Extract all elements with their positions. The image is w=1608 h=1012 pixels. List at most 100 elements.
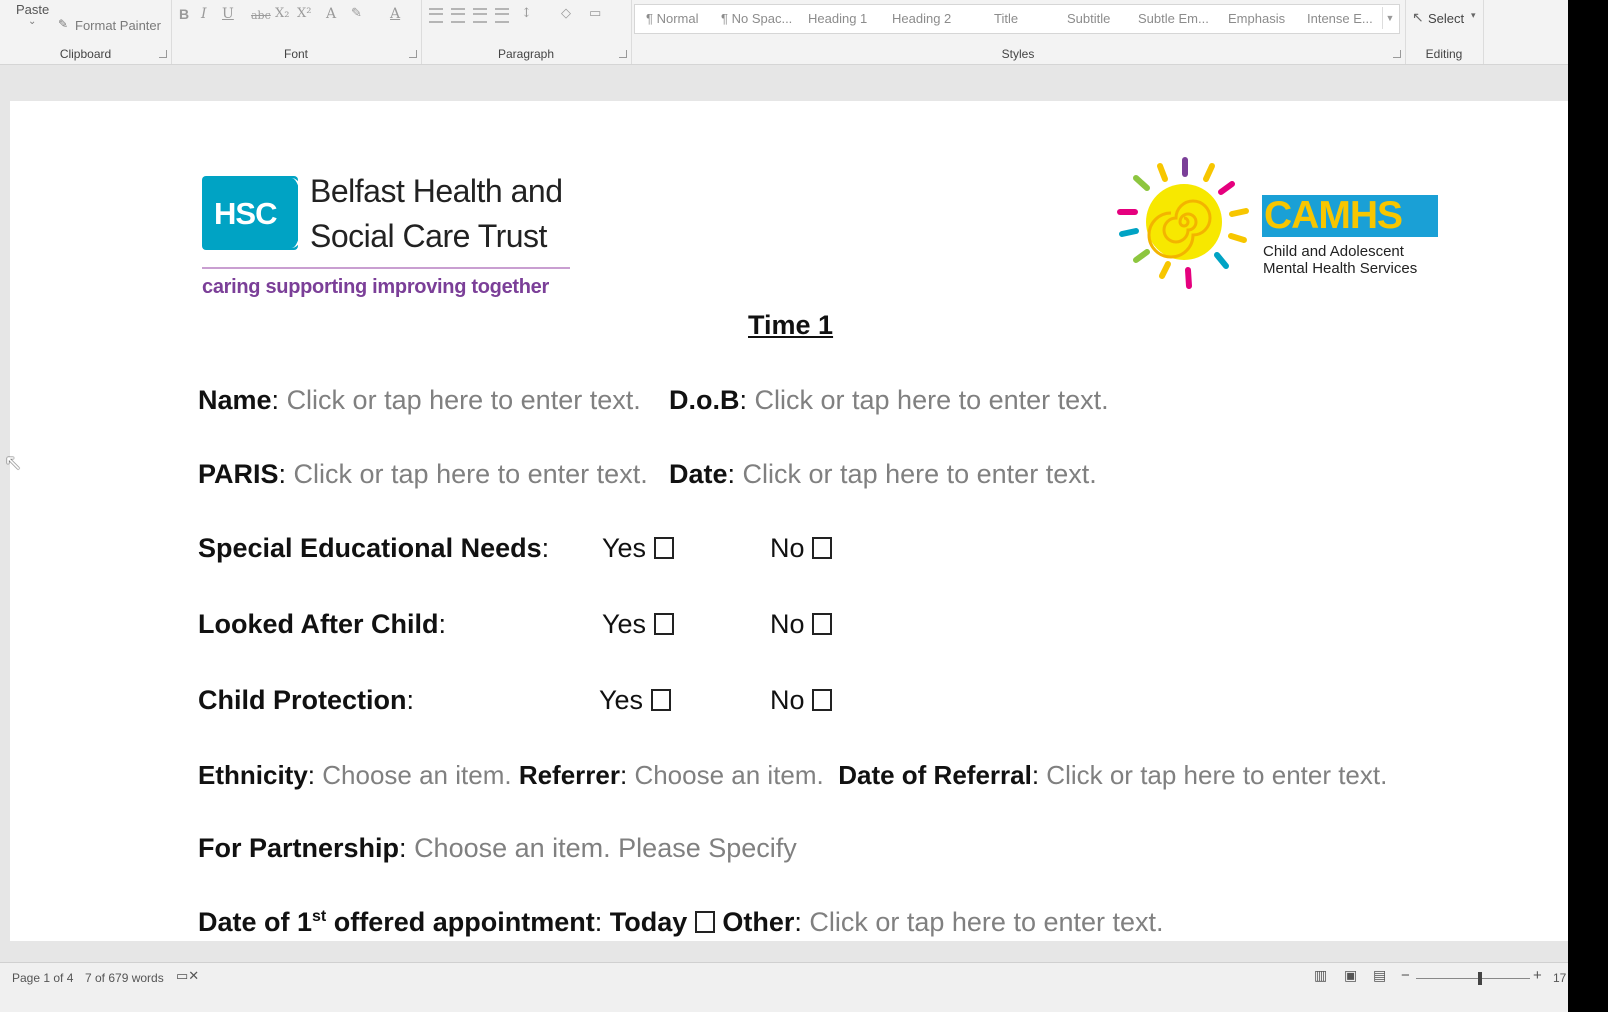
styles-launcher-icon[interactable] [1393,50,1401,58]
camhs-sun-icon [1117,157,1249,289]
zoom-slider-thumb[interactable] [1478,972,1482,985]
italic-button[interactable]: I [201,6,207,22]
referrer-label: Referrer [518,760,620,790]
subscript-button[interactable]: X₂ [275,6,289,21]
editing-group: ↖ Select ▾ Editing [1405,0,1484,64]
font-color-button[interactable]: A [390,6,400,22]
clipboard-launcher-icon[interactable] [159,50,167,58]
lac-no-checkbox[interactable] [812,613,833,635]
trust-name-line2: Social Care Trust [310,218,547,254]
shading-icon[interactable]: ◇ [561,6,571,21]
appointment-label-sup: st [312,908,327,925]
cp-no-checkbox[interactable] [812,689,833,711]
sen-no-option: No [770,533,833,564]
cp-label: Child Protection [198,685,407,715]
referrer-dropdown[interactable]: Choose an item. [634,760,823,790]
partnership-dropdown[interactable]: Choose an item. Please Specify [414,833,797,863]
align-right-icon[interactable] [473,8,487,23]
sen-label: Special Educational Needs [198,533,542,563]
line-spacing-icon[interactable]: ↕ [521,6,532,21]
font-group: B I U abc X₂ X² A ✎ A Font [171,0,422,64]
sen-yes-checkbox[interactable] [653,537,674,559]
zoom-level[interactable]: 17 [1553,971,1566,985]
word-count[interactable]: 7 of 679 words [85,971,164,985]
strikethrough-button[interactable]: abc [251,9,271,22]
paris-row: PARIS: Click or tap here to enter text. [198,459,648,489]
style-no-spacing[interactable]: ¶ No Spac... [721,11,792,26]
page-count[interactable]: Page 1 of 4 [12,971,73,985]
dob-row: D.o.B: Click or tap here to enter text. [669,385,1109,415]
today-label: Today [609,907,688,937]
name-row: Name: Click or tap here to enter text. [198,385,641,415]
appointment-label: Date of 1st offered appointment [198,907,595,937]
referral-date-field[interactable]: Click or tap here to enter text. [1046,760,1387,790]
lac-yes-label: Yes [602,609,647,639]
zoom-out-icon[interactable]: − [1401,967,1410,984]
paris-field[interactable]: Click or tap here to enter text. [294,459,648,489]
today-checkbox[interactable] [694,911,715,933]
lac-yes-option: Yes [602,609,674,640]
paste-dropdown-icon[interactable]: ⌄ [28,16,36,27]
print-layout-icon[interactable]: ▣ [1344,967,1357,984]
sen-row: Special Educational Needs: [198,533,550,563]
hsc-swoosh-icon [276,178,307,248]
style-normal[interactable]: ¶ Normal [646,11,699,26]
read-mode-icon[interactable]: ▥ [1314,967,1327,984]
style-title[interactable]: Title [994,11,1018,26]
paste-button[interactable]: Paste [16,2,49,17]
cp-yes-checkbox[interactable] [650,689,671,711]
date-label: Date [669,459,728,489]
camhs-subtitle: Child and Adolescent Mental Health Servi… [1263,243,1417,277]
justify-icon[interactable] [495,8,509,23]
lac-no-label: No [770,609,805,639]
zoom-in-icon[interactable]: + [1533,967,1542,984]
font-launcher-icon[interactable] [409,50,417,58]
paris-label: PARIS [198,459,279,489]
sen-no-checkbox[interactable] [812,537,833,559]
bold-button[interactable]: B [179,6,189,22]
style-heading-2[interactable]: Heading 2 [892,11,951,26]
date-field[interactable]: Click or tap here to enter text. [743,459,1097,489]
form-title: Time 1 [748,310,834,340]
cp-yes-option: Yes [599,685,671,716]
select-dropdown-icon[interactable]: ▾ [1471,10,1476,21]
camhs-subtitle-line1: Child and Adolescent [1263,243,1404,260]
style-intense-emphasis[interactable]: Intense E... [1307,11,1373,26]
paragraph-launcher-icon[interactable] [619,50,627,58]
format-painter-icon: ✎ [58,17,69,31]
styles-more-icon[interactable]: ▼ [1382,7,1397,29]
lac-yes-checkbox[interactable] [653,613,674,635]
cp-yes-label: Yes [599,685,644,715]
other-date-field[interactable]: Click or tap here to enter text. [809,907,1163,937]
dob-field[interactable]: Click or tap here to enter text. [755,385,1109,415]
editing-group-label: Editing [1425,47,1463,61]
borders-icon[interactable]: ▭ [589,6,601,21]
trust-name: Belfast Health and Social Care Trust [310,169,563,259]
proofing-icon[interactable]: ▭✕ [176,968,199,984]
name-field[interactable]: Click or tap here to enter text. [287,385,641,415]
align-center-icon[interactable] [451,8,465,23]
format-painter-button[interactable]: Format Painter [75,18,161,33]
style-subtitle[interactable]: Subtitle [1067,11,1110,26]
screen-edge [1568,0,1608,1012]
select-button[interactable]: Select [1428,11,1464,26]
status-bar: Page 1 of 4 7 of 679 words ▭✕ ▥ ▣ ▤ − + … [0,962,1568,1012]
web-layout-icon[interactable]: ▤ [1373,967,1386,984]
text-effects-button[interactable]: A [326,6,336,22]
trust-name-line1: Belfast Health and [310,173,563,209]
ethnicity-dropdown[interactable]: Choose an item. [322,760,511,790]
align-left-icon[interactable] [429,8,443,23]
document-page[interactable]: HSC Belfast Health and Social Care Trust… [10,101,1568,941]
cp-no-option: No [770,685,833,716]
style-heading-1[interactable]: Heading 1 [808,11,867,26]
underline-button[interactable]: U [222,6,234,22]
name-label: Name [198,385,272,415]
style-subtle-emphasis[interactable]: Subtle Em... [1138,11,1209,26]
zoom-slider-track[interactable] [1416,978,1530,979]
style-emphasis[interactable]: Emphasis [1228,11,1285,26]
highlight-color-icon[interactable]: ✎ [351,6,362,21]
appointment-row: Date of 1st offered appointment: Today O… [198,907,1164,937]
page-gap [0,65,1568,101]
superscript-button[interactable]: X² [297,6,311,21]
lac-row: Looked After Child: [198,609,447,639]
